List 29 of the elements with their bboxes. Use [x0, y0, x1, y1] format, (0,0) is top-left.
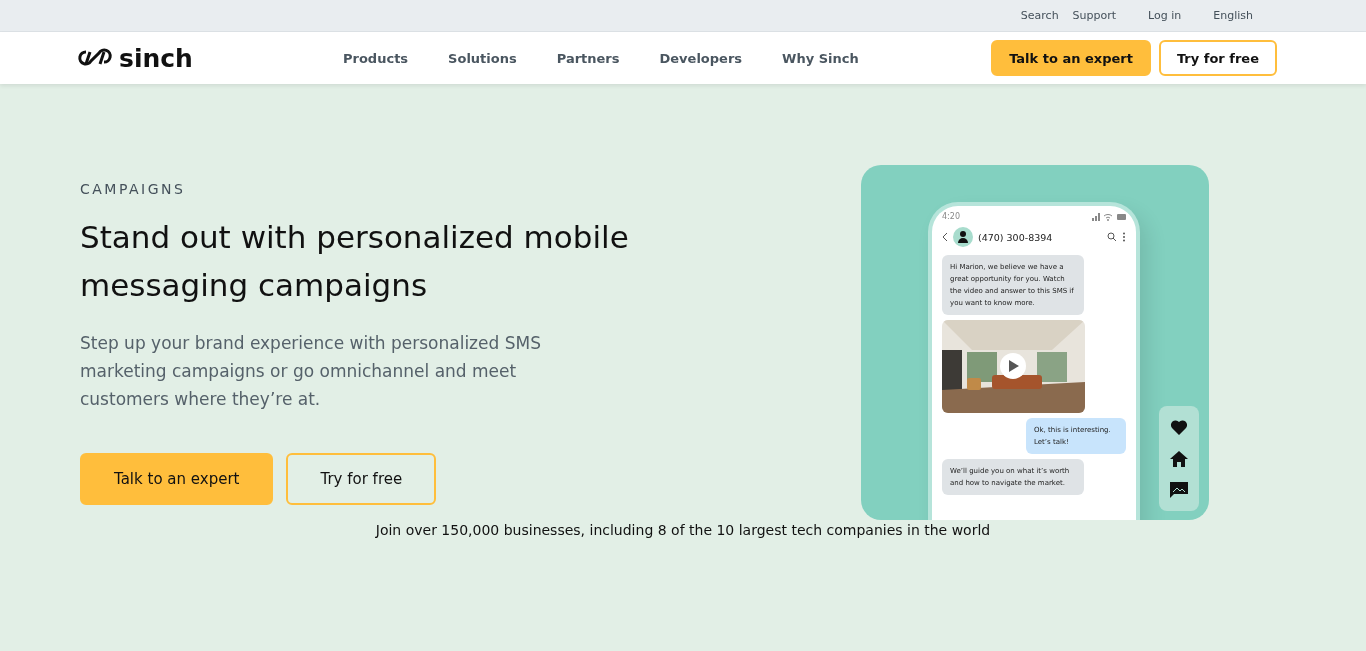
utility-link[interactable]: Search	[1020, 9, 1059, 22]
nav-item[interactable]: Why Sinch	[782, 50, 859, 66]
logo-icon	[77, 48, 113, 68]
try-free-button[interactable]: Try for free	[1158, 40, 1277, 76]
search-icon[interactable]	[1107, 232, 1117, 242]
try-free-button[interactable]: Try for free	[286, 453, 437, 505]
status-time: 4:20	[942, 212, 960, 221]
contact-number: (470) 300-8394	[978, 231, 1053, 243]
heart-icon[interactable]	[1170, 419, 1188, 436]
contact-avatar	[953, 227, 973, 247]
home-icon[interactable]	[1170, 450, 1188, 467]
hero-description: Step up your brand experience with personalized SMS marketing campaigns or go omnichannel and meet customers where they’re at.	[80, 332, 542, 411]
status-icons	[1092, 212, 1126, 221]
utility-link[interactable]: Log in	[1148, 9, 1182, 22]
eyebrow-label: CAMPAIGNS	[80, 181, 187, 197]
logo-text: sinch	[119, 43, 193, 73]
nav-item[interactable]: Solutions	[448, 50, 517, 66]
hero-title: Stand out with personalized mobile messaging campaigns	[80, 218, 630, 305]
nav-item[interactable]: Partners	[556, 50, 620, 66]
image-message-icon[interactable]	[1170, 481, 1188, 498]
utility-link[interactable]: English	[1213, 9, 1253, 22]
customer-note: Join over 150,000 businesses, including 8 of the 10 largest tech companies in the world	[374, 522, 992, 538]
talk-to-expert-button[interactable]: Talk to an expert	[80, 453, 274, 505]
more-icon[interactable]	[1122, 232, 1126, 242]
utility-link[interactable]: Support	[1072, 9, 1117, 22]
nav-item[interactable]: Developers	[659, 50, 743, 66]
back-icon[interactable]	[942, 233, 948, 241]
talk-to-expert-button[interactable]: Talk to an expert	[991, 40, 1151, 76]
nav-item[interactable]: Products	[343, 50, 409, 66]
